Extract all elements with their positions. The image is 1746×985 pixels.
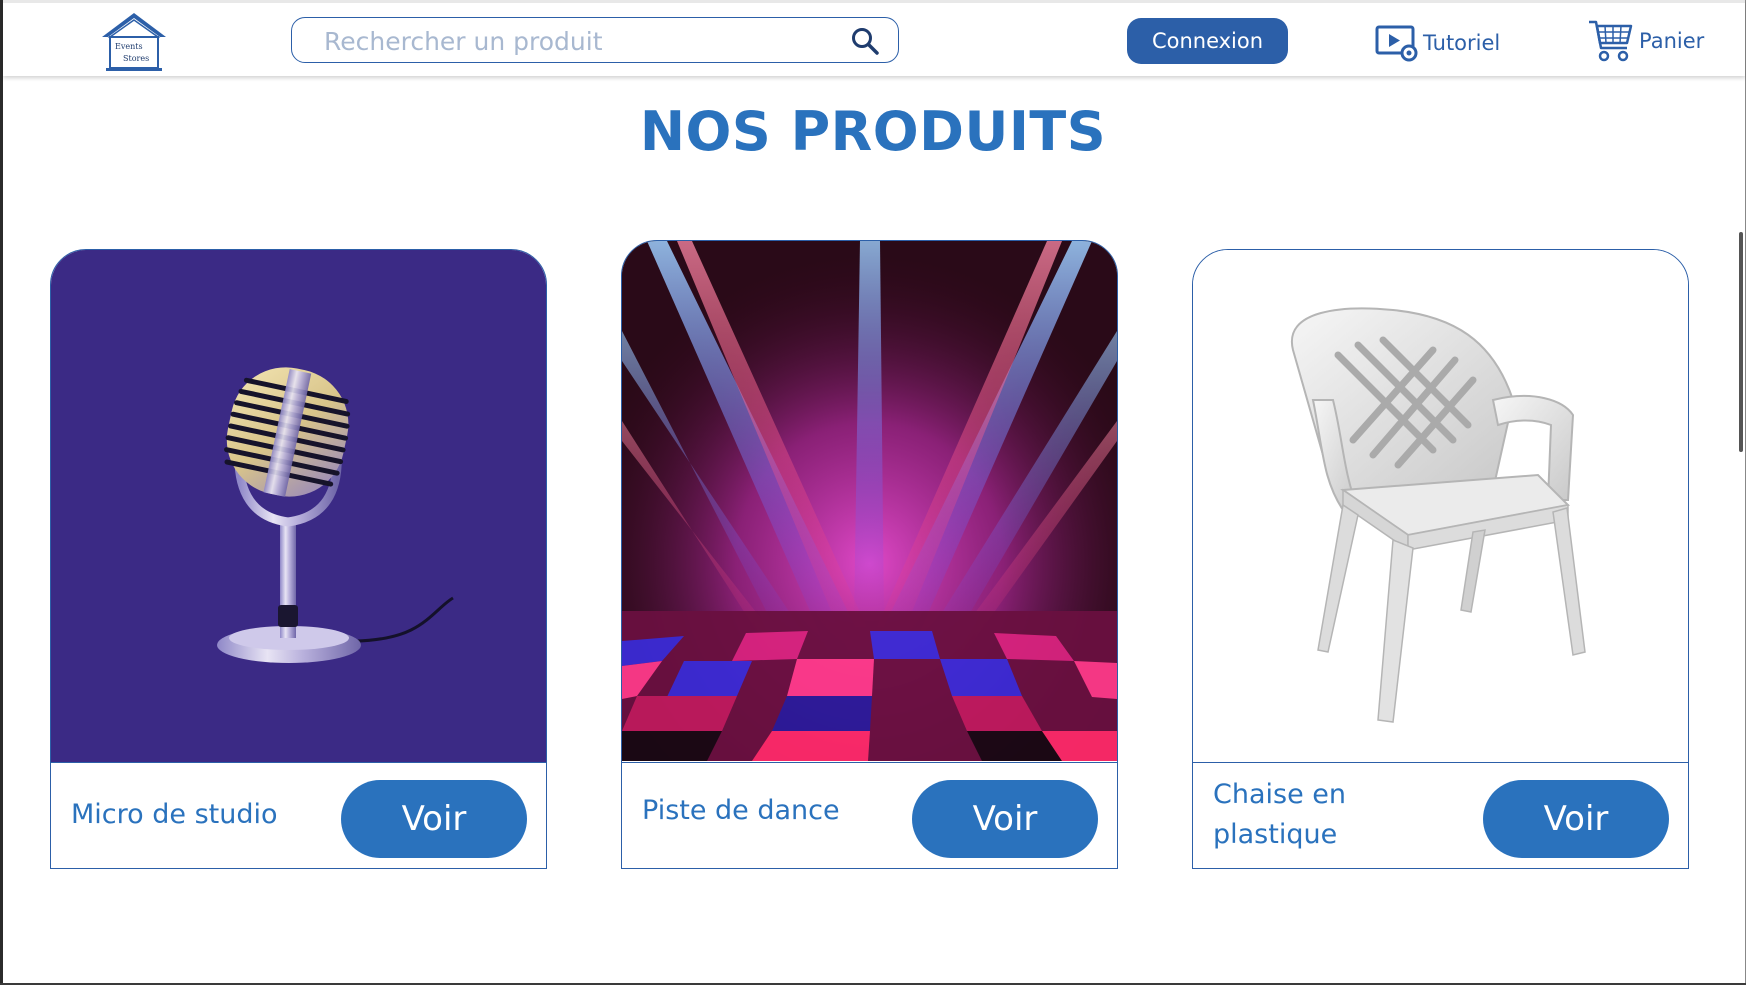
cart-link[interactable]: Panier <box>1587 17 1704 65</box>
top-navbar: Events Stores Connexion Tutoriel <box>3 0 1745 76</box>
dance-floor-image[interactable] <box>622 241 1117 761</box>
product-name: Micro de studio <box>71 799 278 830</box>
view-product-button[interactable]: Voir <box>1483 780 1669 858</box>
house-logo-icon: Events Stores <box>102 13 166 71</box>
product-name: Chaise en plastique <box>1213 779 1346 850</box>
plastic-chair-illustration <box>1290 307 1586 723</box>
page-title: NOS PRODUITS <box>639 100 1107 163</box>
product-card: Piste de dance Voir <box>621 240 1118 869</box>
page-scrollbar[interactable] <box>1739 232 1743 452</box>
search-input[interactable] <box>322 24 826 58</box>
login-button[interactable]: Connexion <box>1127 18 1288 64</box>
video-settings-icon <box>1375 25 1418 62</box>
product-card: Chaise en plastique Voir <box>1192 249 1689 869</box>
product-card: Micro de studio Voir <box>50 249 547 869</box>
logo-text-events: Events <box>115 42 143 51</box>
microphone-illustration <box>217 367 454 663</box>
plastic-chair-image[interactable] <box>1193 250 1688 762</box>
dance-floor-illustration <box>622 241 1117 761</box>
logo-text-stores: Stores <box>123 54 149 63</box>
cart-label: Panier <box>1639 29 1705 53</box>
events-stores-logo[interactable]: Events Stores <box>98 11 170 73</box>
tutorial-label: Tutoriel <box>1423 31 1501 55</box>
product-card-footer: Micro de studio Voir <box>51 762 546 868</box>
view-product-button[interactable]: Voir <box>912 780 1098 858</box>
search-bar[interactable] <box>291 17 899 63</box>
product-card-footer: Piste de dance Voir <box>622 762 1117 860</box>
tutorial-link[interactable]: Tutoriel <box>1375 21 1500 65</box>
view-product-button[interactable]: Voir <box>341 780 527 858</box>
product-card-footer: Chaise en plastique Voir <box>1193 762 1688 868</box>
product-name: Piste de dance <box>642 795 840 826</box>
search-icon[interactable] <box>850 26 880 56</box>
microphone-image[interactable] <box>51 250 546 762</box>
shopping-cart-icon <box>1589 20 1633 62</box>
